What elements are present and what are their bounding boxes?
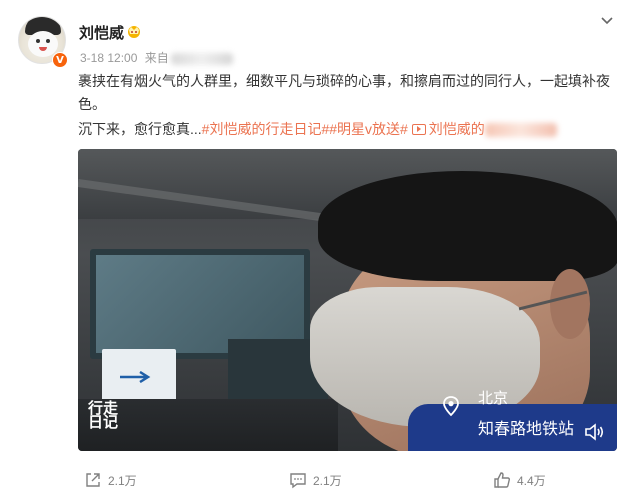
action-bar: 2.1万 2.1万 4.4万 xyxy=(0,466,634,494)
arrow-right-icon xyxy=(120,371,151,383)
volume-icon[interactable] xyxy=(583,421,605,443)
video-person-hair xyxy=(318,171,617,281)
avatar-face xyxy=(28,31,58,57)
post-meta: 3-18 12:00 来自 xyxy=(80,49,233,66)
comment-button[interactable]: 2.1万 xyxy=(289,470,342,490)
thumbs-up-icon xyxy=(494,472,510,488)
video-player[interactable]: 行走日记 北京 知春路地铁站 xyxy=(78,149,617,451)
username[interactable]: 刘恺威 xyxy=(79,22,124,43)
chevron-down-icon[interactable] xyxy=(599,12,615,28)
post-time[interactable]: 3-18 12:00 xyxy=(80,51,137,65)
post-source-prefix: 来自 xyxy=(144,51,169,65)
video-link[interactable]: 刘恺威的 xyxy=(411,121,485,137)
avatar-eye-right xyxy=(46,39,50,43)
post-text: 裹挟在有烟火气的人群里，细数平凡与琐碎的心事，和擦肩而过的同行人，一起填补夜色。 xyxy=(78,73,610,112)
verified-badge: V xyxy=(52,52,68,68)
video-icon xyxy=(411,124,426,135)
share-count: 2.1万 xyxy=(108,473,137,488)
crown-icon[interactable] xyxy=(126,24,142,38)
blurred-link-text xyxy=(484,123,557,138)
like-button[interactable]: 4.4万 xyxy=(493,470,546,490)
hashtag-star-v[interactable]: #明星v放送# xyxy=(329,121,408,137)
video-logo: 行走日记 xyxy=(88,399,119,431)
video-person-ear xyxy=(550,269,590,339)
location-pin-icon xyxy=(443,396,459,417)
blurred-source xyxy=(170,52,233,65)
video-link-text: 刘恺威的 xyxy=(428,121,485,137)
like-count: 4.4万 xyxy=(517,473,546,488)
comment-count: 2.1万 xyxy=(313,473,342,488)
location-place: 知春路地铁站 xyxy=(478,421,575,438)
hashtag-walking-diary[interactable]: #刘恺威的行走日记# xyxy=(202,121,330,137)
post-text-line2: 沉下来，愈行愈真...#刘恺威的行走日记##明星v放送# 刘恺威的 xyxy=(78,119,557,139)
comment-icon xyxy=(290,473,306,489)
post-text-prefix: 沉下来，愈行愈真... xyxy=(78,121,202,137)
avatar-eye-left xyxy=(36,39,40,43)
share-button[interactable]: 2.1万 xyxy=(84,470,137,490)
share-icon xyxy=(86,473,100,487)
location-city: 北京 xyxy=(478,390,509,407)
